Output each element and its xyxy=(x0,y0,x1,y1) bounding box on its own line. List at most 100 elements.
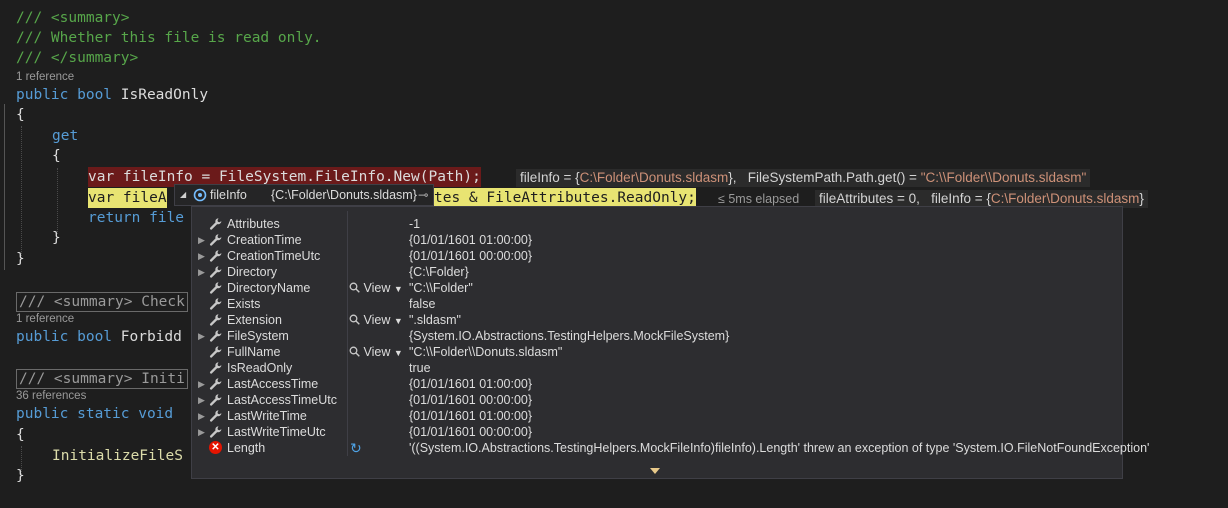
doc-comment-text: /// Whether this file is read only. xyxy=(16,30,322,46)
doc-comment-summary-open: /// <summary> xyxy=(16,10,130,26)
getter-keyword: get xyxy=(52,128,79,144)
member-value[interactable]: true xyxy=(409,360,431,376)
text-visualizer-button[interactable]: View ▼ xyxy=(349,312,403,329)
collapsed-region[interactable]: /// <summary> Check xyxy=(16,292,188,312)
keyword: public bool xyxy=(16,329,121,345)
collapsed-region[interactable]: /// <summary> Initi xyxy=(16,369,188,389)
expand-icon[interactable]: ▶ xyxy=(198,408,205,424)
wrench-icon xyxy=(209,217,223,231)
wrench-icon xyxy=(209,249,223,263)
datatip-header[interactable]: ◢ fileInfo {C:\Folder\Donuts.sldasm} ⊸ xyxy=(174,184,434,206)
member-value[interactable]: '((System.IO.Abstractions.TestingHelpers… xyxy=(409,440,1149,456)
dropdown-icon[interactable]: ▼ xyxy=(394,348,403,358)
member-value[interactable]: "C:\\Folder" xyxy=(409,280,473,296)
member-value[interactable]: ".sldasm" xyxy=(409,312,461,328)
datatip-variable-name: fileInfo xyxy=(210,188,247,202)
scroll-down-icon[interactable] xyxy=(650,468,660,474)
member-row[interactable]: ▶ Directory {C:\Folder} xyxy=(192,264,1122,280)
member-name: CreationTime xyxy=(227,233,302,247)
wrench-icon xyxy=(209,329,223,343)
elapsed-time-hint: ≤ 5ms elapsed xyxy=(718,192,800,206)
member-row[interactable]: Extension View ▼ ".sldasm" xyxy=(192,312,1122,328)
wrench-icon xyxy=(209,425,223,439)
brace-open: { xyxy=(16,427,25,443)
member-name: DirectoryName xyxy=(227,281,311,295)
wrench-icon xyxy=(209,377,223,391)
expand-icon[interactable]: ▶ xyxy=(198,264,205,280)
text-visualizer-button[interactable]: View ▼ xyxy=(349,280,403,297)
member-name: Directory xyxy=(227,265,278,279)
member-row[interactable]: FullName View ▼ "C:\\Folder\\Donuts.sldas… xyxy=(192,344,1122,360)
current-statement-start[interactable]: var fileA xyxy=(88,188,167,208)
member-name: Attributes xyxy=(227,217,280,231)
member-row[interactable]: IsReadOnly true xyxy=(192,360,1122,376)
member-value[interactable]: "C:\\Folder\\Donuts.sldasm" xyxy=(409,344,562,360)
member-row[interactable]: ▶ CreationTime {01/01/1601 01:00:00} xyxy=(192,232,1122,248)
member-value[interactable]: {System.IO.Abstractions.TestingHelpers.M… xyxy=(409,328,729,344)
method-call: InitializeFileS xyxy=(52,448,183,464)
member-value[interactable]: {01/01/1601 01:00:00} xyxy=(409,232,532,248)
codelens-references[interactable]: 1 reference xyxy=(16,313,74,325)
member-name: Exists xyxy=(227,297,261,311)
collapse-arrow-icon[interactable]: ◢ xyxy=(180,185,186,205)
doc-comment-summary-close: /// </summary> xyxy=(16,50,139,66)
brace-close: } xyxy=(16,251,25,267)
member-name: Length xyxy=(227,441,266,455)
member-value[interactable]: {01/01/1601 00:00:00} xyxy=(409,424,532,440)
member-name: CreationTimeUtc xyxy=(227,249,321,263)
datatip-variable-value[interactable]: {C:\Folder\Donuts.sldasm} xyxy=(271,185,417,205)
member-value[interactable]: false xyxy=(409,296,435,312)
wrench-icon xyxy=(209,233,223,247)
wrench-icon xyxy=(209,313,223,327)
member-value[interactable]: {01/01/1601 00:00:00} xyxy=(409,392,532,408)
member-value[interactable]: {01/01/1601 01:00:00} xyxy=(409,376,532,392)
expand-icon[interactable]: ▶ xyxy=(198,424,205,440)
dropdown-icon[interactable]: ▼ xyxy=(394,284,403,294)
wrench-icon xyxy=(209,361,223,375)
property-name: IsReadOnly xyxy=(120,87,209,103)
inline-value-hint: fileInfo = {C:\Folder\Donuts.sldasm}, Fi… xyxy=(516,169,1091,187)
member-name: FullName xyxy=(227,345,281,359)
member-name: LastWriteTimeUtc xyxy=(227,425,326,439)
keyword: public bool xyxy=(16,87,121,103)
wrench-icon xyxy=(209,281,223,295)
pin-icon[interactable]: ⊸ xyxy=(418,185,428,205)
wrench-icon xyxy=(209,393,223,407)
return-statement: return file xyxy=(88,210,185,226)
expand-icon[interactable]: ▶ xyxy=(198,248,205,264)
indent-guide xyxy=(57,168,58,234)
member-name: Extension xyxy=(227,313,282,327)
member-value[interactable]: {01/01/1601 00:00:00} xyxy=(409,248,532,264)
dropdown-icon[interactable]: ▼ xyxy=(394,316,403,326)
brace-open: { xyxy=(52,148,61,164)
member-row[interactable]: ✕ Length ↻ '((System.IO.Abstractions.Testin… xyxy=(192,440,1149,456)
expand-icon[interactable]: ▶ xyxy=(198,392,205,408)
wrench-icon xyxy=(209,265,223,279)
member-name: LastAccessTimeUtc xyxy=(227,393,337,407)
member-name: IsReadOnly xyxy=(227,361,293,375)
expand-icon[interactable]: ▶ xyxy=(198,328,205,344)
member-value[interactable]: {C:\Folder} xyxy=(409,264,469,280)
member-row[interactable]: ▶ CreationTimeUtc {01/01/1601 00:00:00} xyxy=(192,248,1122,264)
brace-open: { xyxy=(16,107,25,123)
member-value[interactable]: -1 xyxy=(409,216,420,232)
member-row[interactable]: ▶ LastWriteTime {01/01/1601 01:00:00} xyxy=(192,408,1122,424)
codelens-references[interactable]: 36 references xyxy=(16,390,86,402)
member-row[interactable]: DirectoryName View ▼ "C:\\Folder" xyxy=(192,280,1122,296)
member-row[interactable]: Attributes -1 xyxy=(192,216,1122,232)
member-value[interactable]: {01/01/1601 01:00:00} xyxy=(409,408,532,424)
member-row[interactable]: ▶ LastAccessTimeUtc {01/01/1601 00:00:00} xyxy=(192,392,1122,408)
member-name: LastAccessTime xyxy=(227,377,319,391)
wrench-icon xyxy=(209,409,223,423)
member-row[interactable]: ▶ FileSystem {System.IO.Abstractions.Testi… xyxy=(192,328,1122,344)
text-visualizer-button[interactable]: View ▼ xyxy=(349,344,403,361)
expand-icon[interactable]: ▶ xyxy=(198,376,205,392)
member-row[interactable]: Exists false xyxy=(192,296,1122,312)
datatip-members-panel: Attributes -1 ▶ CreationTime {01/01/1601 01:… xyxy=(191,206,1149,479)
member-row[interactable]: ▶ LastWriteTimeUtc {01/01/1601 00:00:00} xyxy=(192,424,1122,440)
codelens-references[interactable]: 1 reference xyxy=(16,71,74,83)
refresh-icon[interactable]: ↻ xyxy=(350,440,362,456)
expand-icon[interactable]: ▶ xyxy=(198,232,205,248)
wrench-icon xyxy=(209,345,223,359)
member-row[interactable]: ▶ LastAccessTime {01/01/1601 01:00:00} xyxy=(192,376,1122,392)
